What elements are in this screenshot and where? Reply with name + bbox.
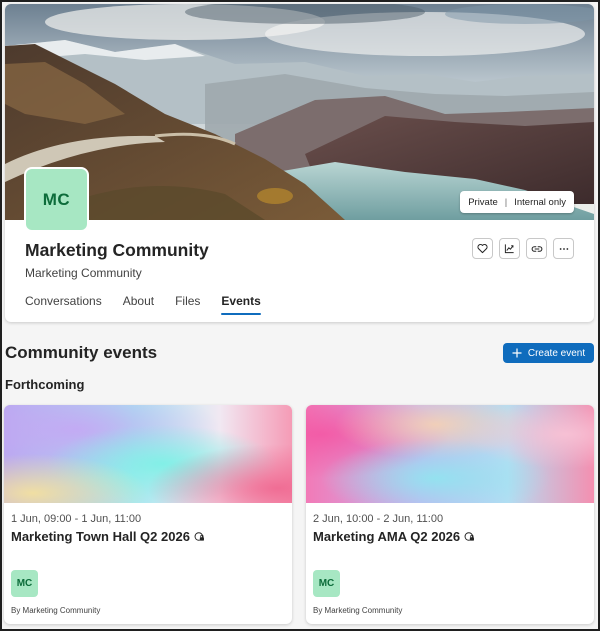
event-date: 2 Jun, 10:00 - 2 Jun, 11:00 — [313, 513, 444, 525]
event-date: 1 Jun, 09:00 - 1 Jun, 11:00 — [11, 513, 142, 525]
event-card[interactable]: 2 Jun, 10:00 - 2 Jun, 11:00 Marketing AM… — [306, 405, 594, 624]
event-title: Marketing Town Hall Q2 2026 — [11, 529, 205, 544]
favorite-button[interactable] — [472, 238, 493, 259]
event-organizer: By Marketing Community — [11, 606, 101, 615]
plus-icon — [512, 348, 522, 358]
community-header-card: Private | Internal only MC Marketing Com… — [5, 4, 594, 322]
heart-icon — [477, 244, 488, 254]
event-banner-image — [306, 405, 594, 503]
event-title-text: Marketing AMA Q2 2026 — [313, 529, 461, 544]
more-options-button[interactable] — [553, 238, 574, 259]
subsection-title: Forthcoming — [5, 377, 85, 392]
community-tabs: Conversations About Files Events — [25, 294, 262, 315]
tab-conversations[interactable]: Conversations — [25, 294, 102, 315]
privacy-badge: Private | Internal only — [460, 191, 574, 213]
header-actions — [472, 238, 574, 259]
organizer-avatar: MC — [11, 570, 38, 597]
private-event-icon — [194, 532, 204, 541]
section-title: Community events — [5, 343, 158, 362]
community-title: Marketing Community — [25, 240, 209, 260]
privacy-label: Private — [468, 196, 498, 208]
analytics-button[interactable] — [499, 238, 520, 259]
analytics-icon — [504, 244, 514, 254]
tab-events[interactable]: Events — [221, 294, 262, 315]
cover-image — [5, 4, 594, 220]
event-organizer: By Marketing Community — [313, 606, 403, 615]
event-title: Marketing AMA Q2 2026 — [313, 529, 475, 544]
more-icon — [559, 247, 568, 250]
private-event-icon — [464, 532, 475, 541]
community-avatar: MC — [26, 169, 87, 230]
community-subtitle: Marketing Community — [25, 266, 142, 280]
tab-files[interactable]: Files — [175, 294, 200, 315]
event-banner-image — [4, 405, 292, 503]
event-title-text: Marketing Town Hall Q2 2026 — [11, 529, 190, 544]
privacy-separator: | — [504, 196, 508, 208]
copy-link-button[interactable] — [526, 238, 547, 259]
event-card[interactable]: 1 Jun, 09:00 - 1 Jun, 11:00 Marketing To… — [4, 405, 292, 624]
organizer-avatar: MC — [313, 570, 340, 597]
tab-about[interactable]: About — [123, 294, 154, 315]
link-icon — [531, 245, 542, 252]
create-event-label: Create event — [527, 347, 586, 359]
visibility-label: Internal only — [514, 196, 566, 208]
create-event-button[interactable]: Create event — [503, 343, 594, 363]
